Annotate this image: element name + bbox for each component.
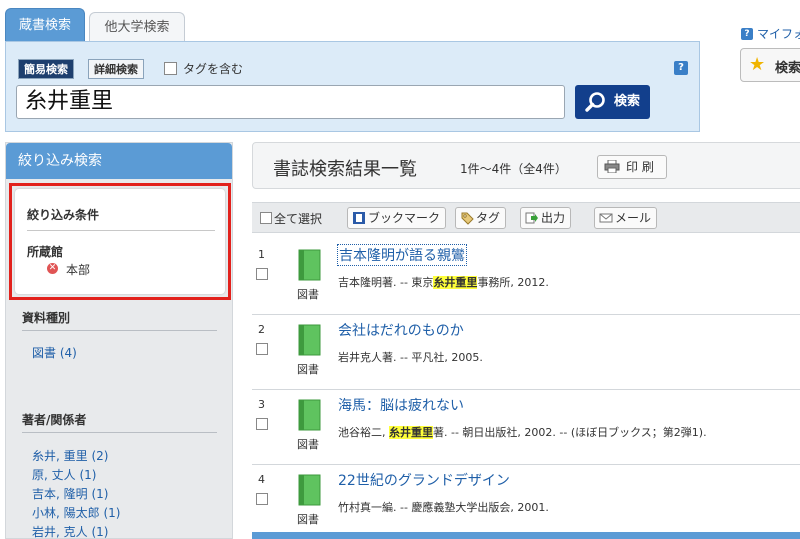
help-icon[interactable]: ? <box>674 61 688 75</box>
result-title-link[interactable]: 吉本隆明が語る親鸞 <box>337 244 467 266</box>
print-label: 印 刷 <box>626 160 654 174</box>
result-checkbox[interactable] <box>256 268 268 280</box>
print-button[interactable]: 印 刷 <box>597 155 667 179</box>
bookmark-label: ブックマーク <box>368 211 441 225</box>
select-all-label: 全て選択 <box>274 212 323 226</box>
material-type-label: 図書 <box>297 438 319 451</box>
myfolder-link[interactable]: マイフォ <box>757 25 800 42</box>
book-icon <box>298 474 321 506</box>
search-button[interactable]: 検索 <box>575 85 650 119</box>
result-title-link[interactable]: 22世紀のグランドデザイン <box>338 470 510 490</box>
result-number: 1 <box>258 248 265 261</box>
result-checkbox[interactable] <box>256 343 268 355</box>
divider <box>27 230 215 231</box>
select-all-checkbox[interactable] <box>260 212 272 224</box>
result-row: 3 図書 海馬：脳は疲れない 池谷裕二, 糸井重里著. -- 朝日出版社, 20… <box>252 390 800 465</box>
book-icon <box>298 249 321 281</box>
output-label: 出力 <box>541 211 566 225</box>
mail-button[interactable]: メール <box>594 207 658 229</box>
tab-collection-search[interactable]: 蔵書検索 <box>5 8 85 42</box>
result-checkbox[interactable] <box>256 418 268 430</box>
facet-item-author[interactable]: 吉本, 隆明 (1) <box>32 485 108 502</box>
result-row: 2 図書 会社はだれのものか 岩井克人著. -- 平凡社, 2005. <box>252 315 800 390</box>
results-toolbar: 全て選択 ブックマーク タグ 出力 メール <box>252 202 800 233</box>
query-highlight: 糸井重里 <box>433 276 478 289</box>
refine-conditions-box: 絞り込み条件 所蔵館 ✕ 本部 <box>15 189 225 294</box>
star-icon: ★ <box>749 54 766 75</box>
magnifier-icon <box>585 92 605 112</box>
simple-search-button[interactable]: 簡易検索 <box>18 59 74 79</box>
facet-item-author[interactable]: 原, 丈人 (1) <box>32 466 96 483</box>
material-type-label: 図書 <box>297 363 319 376</box>
book-icon <box>298 399 321 431</box>
result-number: 2 <box>258 323 265 336</box>
facet-item-books[interactable]: 図書 (4) <box>32 344 77 361</box>
saved-search-button[interactable]: ★ 検索 <box>740 48 800 82</box>
condition-field-label: 所蔵館 <box>27 245 64 259</box>
facet-title-authors: 著者/関係者 <box>22 413 87 427</box>
tag-icon <box>461 212 474 225</box>
refine-search-header: 絞り込み検索 <box>6 143 232 179</box>
result-number: 4 <box>258 473 265 486</box>
material-type-label: 図書 <box>297 288 319 301</box>
result-row: 4 図書 22世紀のグランドデザイン 竹村真一編. -- 慶應義塾大学出版会, … <box>252 465 800 539</box>
result-row: 1 図書 吉本隆明が語る親鸞 吉本隆明著. -- 東京糸井重里事務所, 2012… <box>252 240 800 315</box>
result-metadata: 岩井克人著. -- 平凡社, 2005. <box>338 351 483 364</box>
export-icon <box>525 212 538 224</box>
facet-item-author[interactable]: 小林, 陽太郎 (1) <box>32 504 120 521</box>
tab-other-university-search[interactable]: 他大学検索 <box>89 12 185 42</box>
material-type-label: 図書 <box>297 513 319 526</box>
condition-value: 本部 <box>66 263 91 277</box>
tag-button[interactable]: タグ <box>455 207 507 229</box>
result-number: 3 <box>258 398 265 411</box>
result-checkbox[interactable] <box>256 493 268 505</box>
refine-conditions-highlight: 絞り込み条件 所蔵館 ✕ 本部 <box>9 183 231 300</box>
book-icon <box>298 324 321 356</box>
bookmark-icon <box>353 212 365 224</box>
results-footer-bar <box>252 532 800 539</box>
printer-icon <box>604 160 620 173</box>
mail-label: メール <box>615 211 652 225</box>
divider <box>22 432 217 433</box>
facet-title-material-type: 資料種別 <box>22 311 71 325</box>
include-tags-checkbox[interactable] <box>164 62 177 75</box>
advanced-search-button[interactable]: 詳細検索 <box>88 59 144 79</box>
page-title: 書誌検索結果一覧 <box>273 159 417 180</box>
result-metadata: 竹村真一編. -- 慶應義塾大学出版会, 2001. <box>338 501 549 514</box>
result-metadata: 池谷裕二, 糸井重里著. -- 朝日出版社, 2002. -- (ほぼ日ブックス… <box>338 426 707 439</box>
tag-label: タグ <box>476 211 501 225</box>
envelope-icon <box>599 213 613 223</box>
result-metadata: 吉本隆明著. -- 東京糸井重里事務所, 2012. <box>338 276 549 289</box>
refine-sidebar: 絞り込み検索 絞り込み条件 所蔵館 ✕ 本部 資料種別 図書 (4) 著者/関係… <box>5 142 233 539</box>
results-header: 書誌検索結果一覧 1件～4件（全4件） 印 刷 <box>252 142 800 189</box>
search-input[interactable]: 糸井重里 <box>16 85 565 119</box>
refine-conditions-title: 絞り込み条件 <box>27 208 100 222</box>
search-panel: 簡易検索 詳細検索 タグを含む ? 糸井重里 検索 <box>5 41 700 132</box>
divider <box>22 330 217 331</box>
results-count: 1件～4件（全4件） <box>460 162 567 176</box>
result-title-link[interactable]: 会社はだれのものか <box>338 320 464 340</box>
myfolder-help-icon[interactable]: ? <box>741 28 753 40</box>
saved-search-label: 検索 <box>775 61 800 76</box>
bookmark-button[interactable]: ブックマーク <box>347 207 447 229</box>
facet-item-author[interactable]: 糸井, 重里 (2) <box>32 447 108 464</box>
query-highlight: 糸井重里 <box>389 426 433 439</box>
result-title-link[interactable]: 海馬：脳は疲れない <box>338 395 464 415</box>
facet-item-author[interactable]: 岩井, 克人 (1) <box>32 523 108 539</box>
output-button[interactable]: 出力 <box>520 207 572 229</box>
include-tags-label: タグを含む <box>183 62 244 76</box>
remove-condition-icon[interactable]: ✕ <box>47 263 58 274</box>
search-button-label: 検索 <box>613 94 640 109</box>
